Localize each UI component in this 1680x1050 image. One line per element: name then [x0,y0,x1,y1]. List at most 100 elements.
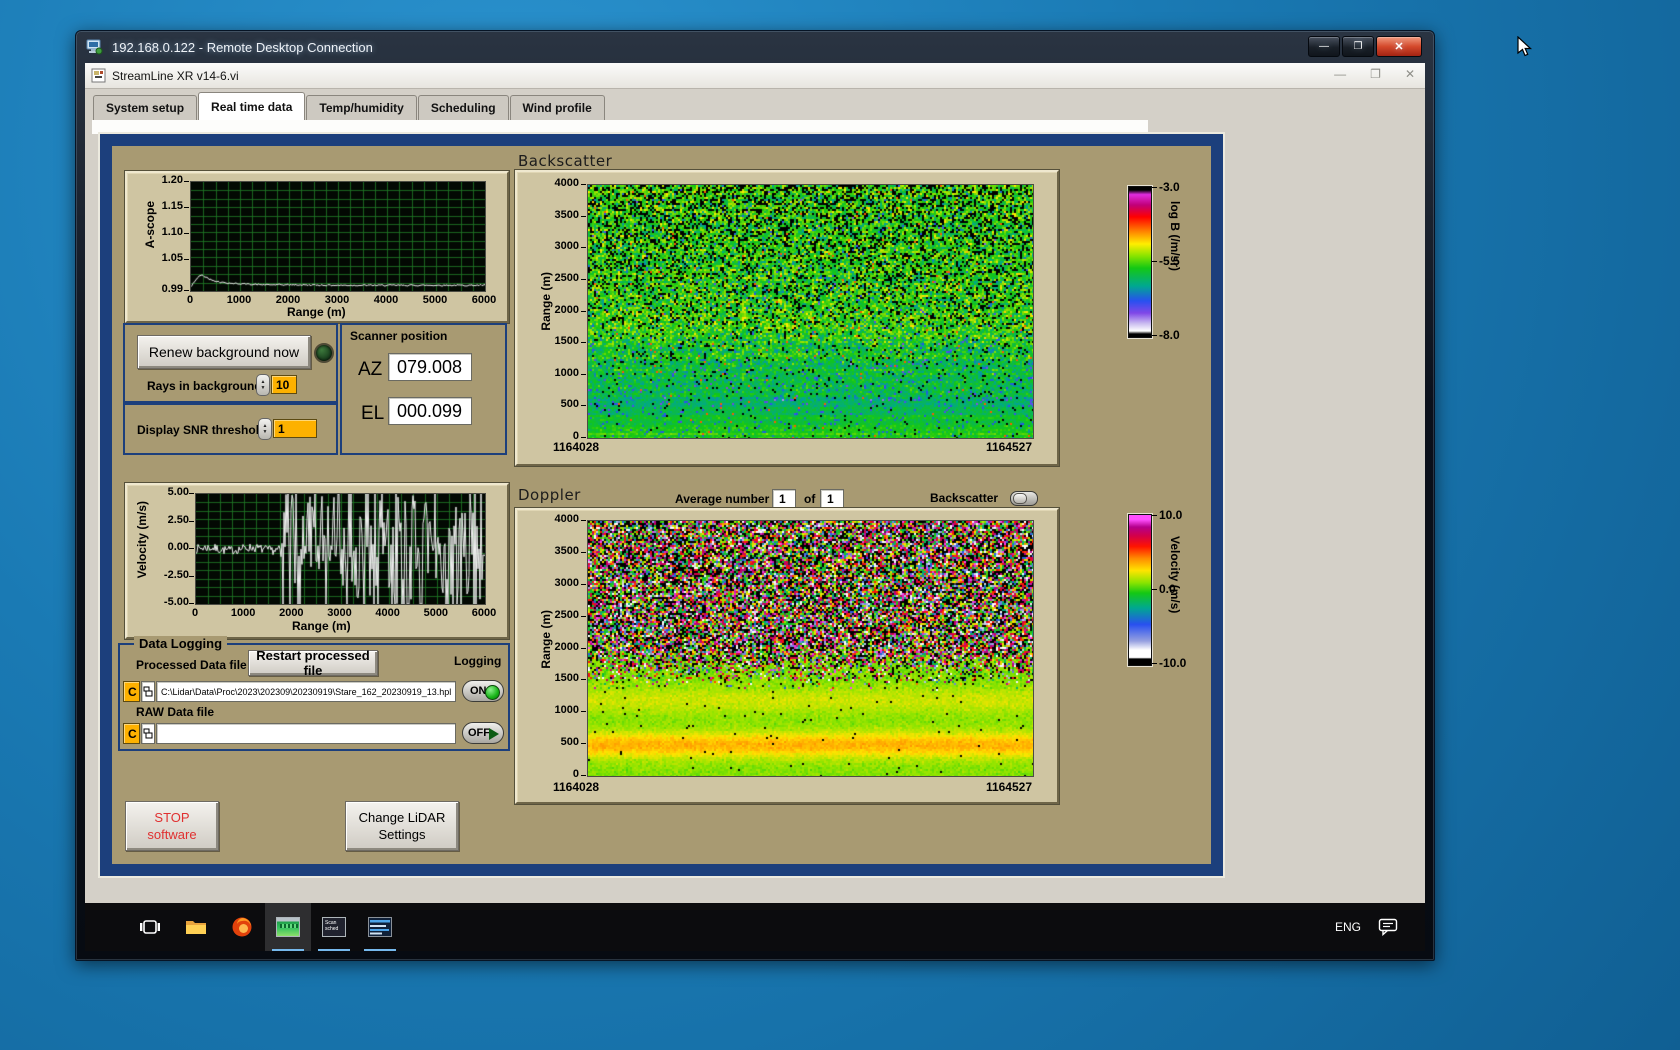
y-tick-mark [581,520,586,521]
el-value-field[interactable]: 000.099 [388,397,472,425]
tab-wind-profile[interactable]: Wind profile [509,95,605,120]
ascope-x-axis-label: Range (m) [287,305,346,319]
raw-logging-toggle-off[interactable]: OFF [462,722,504,744]
running-indicator [364,949,396,951]
colorbar-tick-mark [1152,187,1157,188]
raw-browse-button[interactable] [141,723,155,744]
raw-data-file-path[interactable] [156,723,456,744]
tab-real-time-data[interactable]: Real time data [198,92,306,120]
tab-scheduling[interactable]: Scheduling [417,95,509,120]
change-lidar-settings-button[interactable]: Change LiDAR Settings [345,801,459,851]
x-tick-label: 4000 [373,294,399,306]
front-panel-margin [92,120,1148,134]
spinner-down-icon[interactable]: ▼ [261,385,266,391]
colorbar-tick-label: 0.0 [1159,582,1176,596]
app-close-button[interactable]: ✕ [1405,67,1415,81]
rdp-window-title: 192.168.0.122 - Remote Desktop Connectio… [112,39,373,55]
y-tick-mark [581,775,586,776]
change-line2: Settings [378,827,426,842]
snr-spinner[interactable]: ▲ ▼ [258,418,272,440]
snr-value-field[interactable]: 1 [273,419,317,438]
on-label: ON [470,685,487,697]
doppler-section-title: Doppler [518,486,581,504]
raw-drive-selector[interactable]: C [123,723,140,744]
rays-value-field[interactable]: 10 [271,375,297,394]
taskbar-button-schedule-viewer[interactable] [357,903,403,951]
spinner-down-icon[interactable]: ▼ [263,429,268,435]
renew-background-button[interactable]: Renew background now [137,335,311,369]
y-tick-label: 0 [572,768,579,780]
app-window-title: StreamLine XR v14-6.vi [112,68,239,83]
rdp-maximize-button[interactable]: ❐ [1342,36,1374,57]
backscatter-toggle-label: Backscatter [930,491,999,505]
y-tick-mark [189,603,194,604]
taskbar-button-task-view[interactable] [127,903,173,951]
of-label: of [804,492,816,506]
az-value-field[interactable]: 079.008 [388,353,472,381]
app-minimize-button[interactable]: — [1334,67,1346,81]
taskbar-button-streamline-app[interactable] [265,903,311,951]
rdp-minimize-button[interactable]: — [1308,36,1340,57]
rdp-titlebar[interactable]: 192.168.0.122 - Remote Desktop Connectio… [76,31,1434,63]
velocity-plot [195,493,486,605]
backscatter-time-start: 1164028 [553,440,600,454]
processed-data-file-path[interactable]: C:\Lidar\Data\Proc\2023\202309\20230919\… [156,681,456,702]
average-number-label: Average number [675,492,770,506]
app-titlebar[interactable]: StreamLine XR v14-6.vi — ❐ ✕ [85,63,1425,89]
background-controls-box: Renew background now Rays in background … [123,323,338,403]
average-total-field[interactable]: 1 [820,489,844,508]
y-tick-mark [581,647,586,649]
data-logging-box: Data Logging Processed Data file Restart… [118,636,510,751]
backscatter-heatmap [587,184,1034,439]
tab-temp-humidity[interactable]: Temp/humidity [306,95,417,120]
stop-line2: software [147,827,197,842]
backscatter-display-toggle[interactable] [1010,491,1038,506]
x-tick-label: 4000 [375,607,400,619]
y-tick-label: 500 [560,736,579,749]
x-tick-label: 2000 [275,294,301,306]
rdp-close-button[interactable]: ✕ [1376,36,1422,57]
restart-processed-file-button[interactable]: Restart processed file [248,648,378,678]
processed-browse-button[interactable] [141,681,155,702]
labview-vi-icon [91,68,106,83]
el-label: EL [361,403,385,424]
processed-drive-selector[interactable]: C [123,681,140,702]
doppler-plot-panel: Range (m) 1164028 1164527 4000 3500 3000 25… [515,508,1059,804]
colorbar-tick-label: 10.0 [1159,508,1183,522]
remote-session-area: StreamLine XR v14-6.vi — ❐ ✕ System setu… [85,63,1425,951]
colorbar-tick-mark [1152,663,1157,664]
scanner-position-box: Scanner position AZ 079.008 EL 000.099 [340,323,507,455]
y-tick-mark [189,520,194,522]
rays-spinner[interactable]: ▲ ▼ [256,374,270,396]
feedback-chat-button[interactable] [1367,903,1409,951]
rdp-icon [86,39,103,55]
task-view-icon [140,920,160,934]
app-restore-button[interactable]: ❐ [1370,67,1381,81]
average-number-field[interactable]: 1 [772,489,796,508]
colorbar-tick-label: -8.0 [1159,328,1180,342]
language-indicator[interactable]: ENG [1329,903,1367,951]
y-tick-mark [581,583,586,585]
file-explorer-icon [186,921,206,934]
x-tick-label: 5000 [423,607,449,619]
scan-scheduler-icon: Scan sched [322,917,346,937]
snr-threshold-box: Display SNR threshold ▲ ▼ 1 [123,403,338,455]
ascope-plot-panel: A-scope Range (m) 1.20 1.15 1.10 1.05 0.99 0 1… [125,171,509,323]
y-tick-label: 0 [572,430,579,442]
y-tick-mark [581,184,586,185]
logging-label: Logging [454,654,502,668]
colorbar-tick-mark [1152,335,1157,336]
mouse-cursor [1517,36,1533,57]
stop-software-button[interactable]: STOP software [125,801,219,851]
backscatter-heatmap-canvas [588,185,1033,438]
tab-system-setup[interactable]: System setup [93,95,198,120]
rays-in-background-label: Rays in background [147,379,262,393]
colorbar-tick-label: -3.0 [1159,180,1180,194]
taskbar-button-scan-scheduler[interactable]: Scan sched [311,903,357,951]
y-tick-mark [184,258,189,260]
y-tick-mark [581,373,586,375]
taskbar-button-file-explorer[interactable] [173,903,219,951]
processed-logging-toggle-on[interactable]: ON [462,680,504,702]
taskbar-button-firefox[interactable] [219,903,265,951]
tab-strip: System setup Real time data Temp/humidity S… [85,90,1425,120]
